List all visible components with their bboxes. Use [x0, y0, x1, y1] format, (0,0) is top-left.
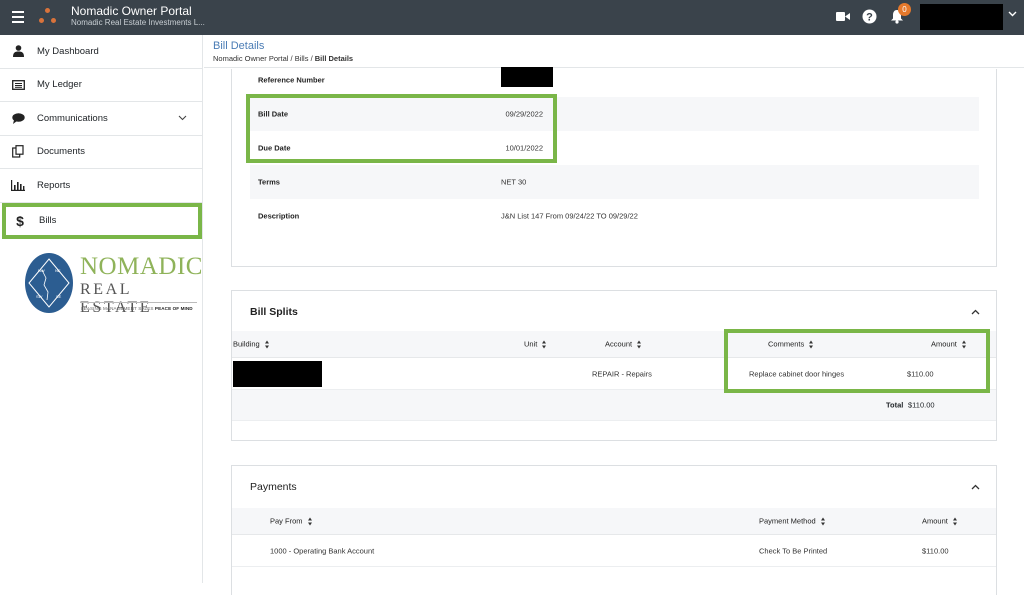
column-unit[interactable]: Unit	[524, 340, 547, 349]
sort-icon	[952, 517, 958, 525]
help-icon[interactable]: ?	[862, 9, 877, 24]
svg-text:NW: NW	[38, 268, 45, 273]
svg-text:NE: NE	[55, 268, 61, 273]
breadcrumb: Nomadic Owner Portal / Bills / Bill Deta…	[213, 54, 354, 63]
sidebar-item-my-ledger[interactable]: My Ledger	[0, 69, 202, 102]
sidebar-item-my-dashboard[interactable]: My Dashboard	[0, 35, 202, 69]
sidebar: My Dashboard My Ledger Communications Do…	[0, 35, 203, 583]
building-redacted	[233, 361, 322, 387]
payments-card: Payments Pay From Payment Method Amount …	[231, 465, 997, 595]
sort-icon	[264, 340, 270, 348]
svg-text:SW: SW	[36, 294, 43, 299]
chevron-down-icon[interactable]	[1008, 11, 1017, 17]
detail-row-reference: Reference Number	[250, 63, 979, 97]
brand-name: NOMADIC	[80, 253, 203, 280]
collapse-chevron-up-icon[interactable]	[971, 484, 980, 490]
bill-splits-title: Bill Splits	[250, 306, 298, 318]
video-icon[interactable]	[836, 11, 850, 22]
user-icon	[11, 44, 25, 58]
page-title: Bill Details	[213, 40, 265, 52]
breadcrumb-portal[interactable]: Nomadic Owner Portal	[213, 54, 288, 63]
payments-header: Pay From Payment Method Amount	[232, 508, 996, 535]
reference-number-redacted	[501, 67, 553, 87]
column-building[interactable]: Building	[233, 340, 270, 349]
column-account[interactable]: Account	[605, 340, 642, 349]
comments-amount-highlight	[724, 329, 990, 393]
brand-tagline: LEASING MANAGEMENT SALES PEACE OF MIND	[81, 306, 193, 311]
sidebar-item-documents[interactable]: Documents	[0, 136, 202, 169]
ledger-icon	[11, 78, 25, 92]
sort-icon	[542, 340, 547, 348]
svg-text:?: ?	[866, 12, 873, 24]
detail-row-terms: Terms NET 30	[250, 165, 979, 199]
sort-icon	[637, 340, 642, 348]
brand-logo: NW NE SW SE NOMADIC REAL ESTATE LEASING …	[24, 252, 202, 316]
app-subtitle: Nomadic Real Estate Investments L...	[71, 18, 205, 27]
chat-icon	[11, 111, 25, 125]
app-logo-icon	[38, 8, 58, 26]
sidebar-item-communications[interactable]: Communications	[0, 102, 202, 136]
detail-row-description: Description J&N List 147 From 09/24/22 T…	[258, 211, 638, 221]
table-row: 1000 - Operating Bank Account Check To B…	[232, 536, 996, 567]
column-pay-from[interactable]: Pay From	[270, 517, 313, 526]
collapse-chevron-up-icon[interactable]	[971, 309, 980, 315]
bill-splits-card: Bill Splits Building Unit Account Commen…	[231, 290, 997, 441]
brand-subname: REAL ESTATE	[80, 281, 153, 316]
top-bar: Nomadic Owner Portal Nomadic Real Estate…	[0, 0, 1024, 35]
sidebar-item-bills[interactable]: $ Bills	[2, 202, 202, 239]
brand-divider	[80, 302, 197, 303]
total-row: Total $110.00	[232, 390, 996, 421]
sort-icon	[820, 517, 826, 525]
sort-icon	[307, 517, 313, 525]
column-payment-method[interactable]: Payment Method	[759, 517, 826, 526]
payments-title: Payments	[250, 481, 297, 493]
menu-icon[interactable]	[12, 11, 24, 23]
sidebar-item-reports[interactable]: Reports	[0, 169, 202, 203]
chevron-down-icon[interactable]	[178, 115, 187, 121]
breadcrumb-bills[interactable]: Bills	[295, 54, 309, 63]
svg-text:SE: SE	[56, 294, 62, 299]
main-content: Bill Details Nomadic Owner Portal / Bill…	[204, 35, 1024, 595]
breadcrumb-current: Bill Details	[314, 54, 354, 63]
reports-icon	[11, 178, 25, 192]
dates-highlight	[246, 94, 557, 163]
column-amount[interactable]: Amount	[922, 517, 958, 526]
dollar-icon: $	[16, 212, 24, 229]
bill-details-card: Reference Number Bill Date 09/29/2022 Du…	[231, 67, 997, 267]
compass-logo-icon: NW NE SW SE	[25, 253, 73, 313]
app-title: Nomadic Owner Portal	[71, 4, 192, 18]
documents-icon	[11, 145, 25, 159]
user-menu-redacted[interactable]	[920, 4, 1003, 30]
notification-badge: 0	[898, 3, 911, 16]
